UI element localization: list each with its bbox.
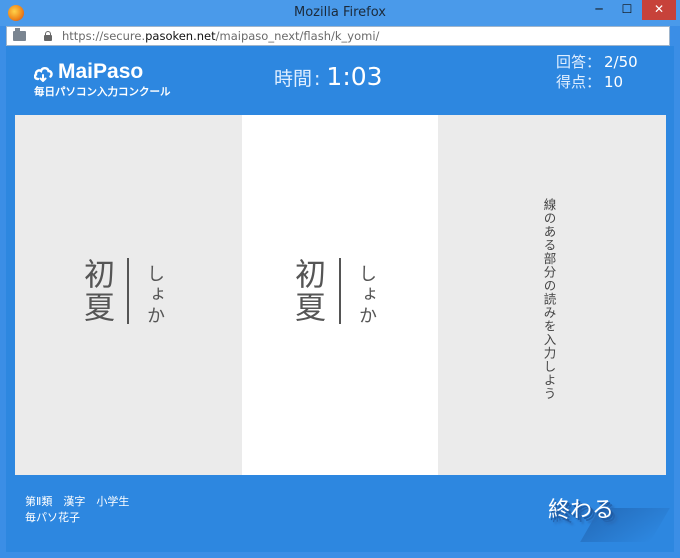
- address-bar[interactable]: https://secure.pasoken.net/maipaso_next/…: [6, 26, 670, 46]
- category-text: 第Ⅱ類 漢字 小学生: [25, 495, 130, 508]
- timer-separator: :: [314, 68, 321, 90]
- lock-icon: [44, 31, 52, 41]
- url-text[interactable]: https://secure.pasoken.net/maipaso_next/…: [62, 29, 379, 43]
- instruction-text: 線のある部分の読みを入力しよう: [541, 198, 557, 401]
- window-titlebar: Mozilla Firefox ─ ☐ ✕: [0, 0, 680, 26]
- answers-value: 2/50: [604, 53, 638, 71]
- score-panel: 回答： 2/50 得点： 10: [556, 52, 638, 92]
- score-row: 得点： 10: [556, 72, 638, 92]
- brand-tagline: 毎日パソコン入力コンクール: [34, 86, 171, 98]
- footer-info: 第Ⅱ類 漢字 小学生 毎パソ花子: [25, 494, 129, 526]
- close-button[interactable]: ✕: [642, 0, 676, 20]
- score-label: 得点：: [556, 73, 602, 91]
- timer-label: 時間: [274, 68, 313, 90]
- user-name: 毎パソ花子: [25, 511, 80, 524]
- timer: 時間:1:03: [274, 62, 383, 91]
- question-kanji: 初夏: [289, 258, 325, 324]
- maximize-button[interactable]: ☐: [614, 0, 640, 20]
- cloud-icon: [34, 66, 53, 82]
- previous-kanji: 初夏: [78, 258, 114, 324]
- minimize-button[interactable]: ─: [586, 0, 612, 20]
- previous-underline: [127, 258, 129, 324]
- window-title: Mozilla Firefox: [294, 5, 386, 20]
- page-icon: [13, 28, 26, 41]
- score-value: 10: [604, 73, 624, 91]
- end-button[interactable]: 終わる: [548, 492, 614, 524]
- previous-reading: しょか: [144, 264, 165, 327]
- question-reading: しょか: [356, 264, 377, 327]
- brand-name: MaiPaso: [58, 60, 144, 83]
- question-underline: [339, 258, 341, 324]
- timer-value: 1:03: [326, 62, 383, 91]
- answers-label: 回答：: [556, 53, 602, 71]
- answers-row: 回答： 2/50: [556, 52, 638, 72]
